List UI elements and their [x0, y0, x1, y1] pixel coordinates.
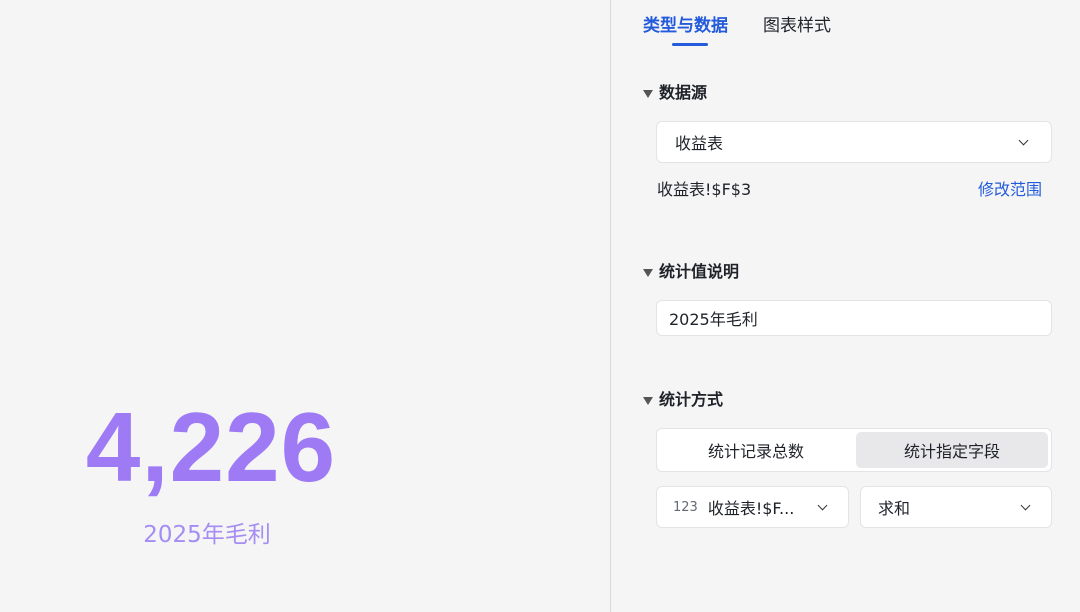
- section-data-source[interactable]: 数据源: [643, 81, 707, 105]
- data-range-text: 收益表!$F$3: [657, 180, 752, 199]
- stat-description-value: 2025年毛利: [669, 310, 758, 329]
- collapse-caret-icon: [643, 89, 653, 98]
- aggregate-select[interactable]: 求和: [860, 486, 1052, 528]
- stat-description-input[interactable]: 2025年毛利: [656, 300, 1052, 336]
- section-stat-method-label: 统计方式: [659, 390, 724, 409]
- chevron-down-icon: [1018, 135, 1029, 146]
- number-field-icon: 123: [673, 499, 698, 515]
- modify-range-link[interactable]: 修改范围: [978, 178, 1042, 202]
- field-select[interactable]: 123 收益表!$F...: [656, 486, 849, 528]
- option-specified-field[interactable]: 统计指定字段: [856, 432, 1048, 468]
- field-select-value: 收益表!$F...: [707, 499, 795, 518]
- section-stat-description[interactable]: 统计值说明: [643, 260, 739, 284]
- chevron-down-icon: [1020, 500, 1031, 511]
- stat-method-toggle: 统计记录总数 统计指定字段: [656, 428, 1052, 472]
- chevron-down-icon: [817, 500, 828, 511]
- collapse-caret-icon: [643, 268, 653, 277]
- section-data-source-label: 数据源: [659, 83, 708, 102]
- active-tab-indicator: [672, 43, 708, 46]
- tab-type-and-data[interactable]: 类型与数据: [643, 12, 728, 40]
- section-stat-method[interactable]: 统计方式: [643, 388, 723, 412]
- collapse-caret-icon: [643, 396, 653, 405]
- chart-preview: 4,226 2025年毛利: [0, 0, 610, 612]
- aggregate-select-value: 求和: [878, 499, 911, 518]
- option-count-records[interactable]: 统计记录总数: [660, 432, 852, 468]
- settings-panel: 类型与数据 图表样式 数据源 收益表 收益表!$F$3 修改范围 统计值说明 2…: [611, 0, 1080, 612]
- sheet-select-value: 收益表: [675, 134, 724, 153]
- tab-chart-style[interactable]: 图表样式: [763, 12, 831, 40]
- sheet-select[interactable]: 收益表: [656, 121, 1052, 163]
- stat-value: 4,226: [85, 392, 337, 502]
- stat-caption: 2025年毛利: [143, 522, 271, 548]
- section-stat-description-label: 统计值说明: [659, 262, 740, 281]
